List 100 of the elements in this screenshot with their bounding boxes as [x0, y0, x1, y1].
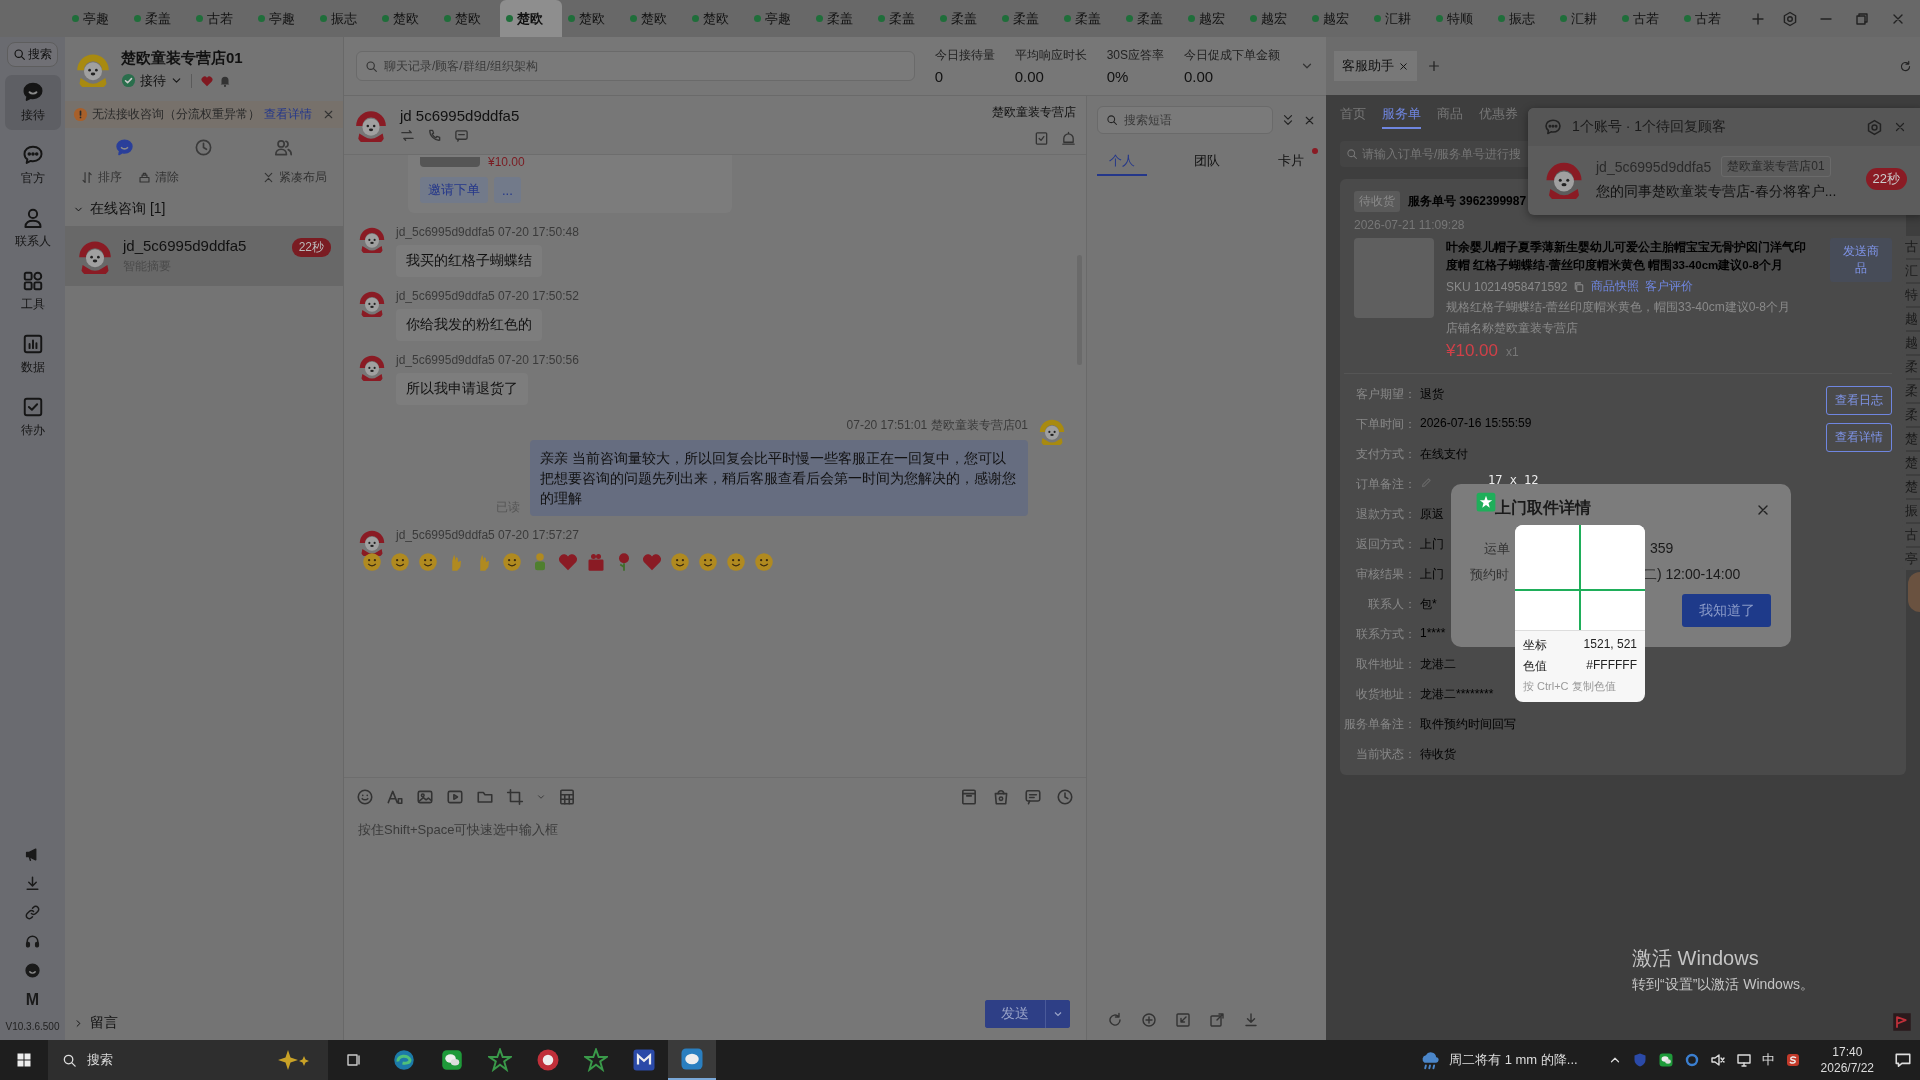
archive-icon[interactable] — [960, 787, 978, 806]
muted-speaker-icon[interactable] — [1709, 1052, 1726, 1068]
windows-logo-icon[interactable] — [16, 1052, 32, 1068]
shop-tab[interactable]: 振志 — [314, 0, 376, 37]
m-logo[interactable]: M — [25, 991, 40, 1009]
shop-tab[interactable]: 柔盖 — [1058, 0, 1120, 37]
transfer-icon[interactable] — [400, 128, 415, 143]
nav-item[interactable]: 联系人 — [4, 201, 61, 256]
shop-tab[interactable]: 汇耕 — [1554, 0, 1616, 37]
send-product-button[interactable]: 发送商品 — [1829, 238, 1892, 282]
shop-tab[interactable]: 楚欧 — [438, 0, 500, 37]
clock-icon[interactable] — [1056, 787, 1074, 806]
search-button[interactable]: 搜索 — [7, 42, 58, 67]
ring-icon[interactable] — [1683, 1052, 1700, 1068]
shop-tab[interactable]: 柔盖 — [934, 0, 996, 37]
shop-tab[interactable]: 楚欧 — [562, 0, 624, 37]
shop-tab[interactable]: 亭趣 — [748, 0, 810, 37]
notifications-icon[interactable] — [1894, 1051, 1912, 1069]
close-icon[interactable] — [1398, 60, 1409, 72]
assistant-nav-tab[interactable]: 服务单 — [1382, 101, 1421, 129]
shrink-icon[interactable] — [1175, 1012, 1191, 1028]
shop-tab[interactable]: 振志 — [1492, 0, 1554, 37]
product-link[interactable]: 客户评价 — [1645, 278, 1694, 295]
new-tab-icon[interactable] — [1427, 59, 1441, 73]
restore-icon[interactable] — [1854, 10, 1870, 27]
task-view-icon[interactable] — [346, 1052, 362, 1068]
phrase-tab[interactable]: 团队 — [1181, 148, 1232, 176]
shop-tab[interactable]: 楚欧 — [624, 0, 686, 37]
shop-tab[interactable]: 汇耕 — [1368, 0, 1430, 37]
copy-icon[interactable] — [1573, 280, 1586, 293]
share-icon[interactable] — [1209, 1012, 1225, 1028]
input-method-icon[interactable] — [1784, 1052, 1801, 1068]
nav-item[interactable]: 官方 — [4, 138, 61, 193]
assistant-tab[interactable]: 客服助手 — [1334, 51, 1417, 81]
shop-tab[interactable]: 柔盖 — [872, 0, 934, 37]
table-icon[interactable] — [558, 787, 576, 806]
shop-tab[interactable]: 楚欧 — [500, 0, 562, 37]
settings-icon[interactable] — [1782, 10, 1798, 27]
send-options-button[interactable] — [1045, 1000, 1070, 1028]
list-action-button[interactable]: 排序 — [81, 169, 122, 186]
link-icon[interactable] — [24, 904, 41, 921]
shop-tab[interactable]: 柔盖 — [996, 0, 1058, 37]
status-dropdown[interactable]: 接待 — [140, 71, 166, 90]
order-action-button[interactable]: 查看日志 — [1826, 386, 1892, 415]
shop-tab[interactable]: 古若 — [1616, 0, 1678, 37]
card-action-button[interactable]: 邀请下单 — [420, 177, 488, 203]
comment-icon[interactable] — [1024, 787, 1042, 806]
emoji-icon[interactable] — [356, 787, 374, 806]
collapse-icon[interactable] — [1281, 113, 1295, 127]
settings-icon[interactable] — [1866, 118, 1883, 136]
checklist-icon[interactable] — [1034, 131, 1049, 146]
shop-tab[interactable]: 特顺 — [1430, 0, 1492, 37]
product-link[interactable]: 商品快照 — [1591, 278, 1640, 295]
nav-item[interactable]: 数据 — [4, 327, 61, 382]
add-icon[interactable] — [1141, 1012, 1157, 1028]
acknowledge-button[interactable]: 我知道了 — [1682, 594, 1771, 627]
refresh-icon[interactable] — [1899, 59, 1912, 73]
input-method-indicator[interactable]: 中 — [1761, 1051, 1775, 1069]
shop-tab[interactable]: 楚欧 — [686, 0, 748, 37]
smiley-icon[interactable] — [24, 962, 41, 979]
taskbar-app[interactable] — [668, 1040, 716, 1080]
card-action-button[interactable]: ... — [494, 177, 521, 203]
bell-icon[interactable] — [1061, 131, 1076, 146]
phrase-tab[interactable]: 个人 — [1097, 148, 1147, 176]
taskbar-search-field[interactable]: 搜索 — [48, 1040, 328, 1080]
bag-icon[interactable] — [992, 787, 1010, 806]
close-icon[interactable] — [1893, 120, 1907, 134]
nav-item[interactable]: 工具 — [4, 264, 61, 319]
shop-tab[interactable]: 柔盖 — [1120, 0, 1182, 37]
download-icon[interactable] — [1243, 1012, 1259, 1028]
chat-app-icon[interactable] — [1657, 1052, 1674, 1068]
crop-icon[interactable] — [506, 787, 524, 806]
nav-item[interactable]: 接待 — [4, 75, 61, 130]
headset-icon[interactable] — [24, 933, 41, 950]
group-header[interactable]: 留言 — [65, 1006, 343, 1040]
phrase-search-field[interactable]: 搜索短语 — [1097, 106, 1273, 134]
shop-tab[interactable]: 柔盖 — [810, 0, 872, 37]
group-header[interactable]: 在线咨询 [1] — [65, 192, 343, 226]
flag-icon[interactable] — [1892, 1012, 1912, 1032]
order-action-button[interactable]: 查看详情 — [1826, 423, 1892, 452]
shop-tab[interactable]: 越宏 — [1244, 0, 1306, 37]
weather-text[interactable]: 周二将有 1 mm 的降... — [1449, 1051, 1578, 1069]
shop-tab[interactable]: 越宏 — [1306, 0, 1368, 37]
phrase-tab[interactable]: 卡片 — [1266, 148, 1316, 176]
people-icon[interactable] — [273, 138, 293, 157]
close-icon[interactable] — [322, 108, 335, 121]
nav-item[interactable]: 待办 — [4, 390, 61, 445]
shop-tab[interactable]: 古若 — [190, 0, 252, 37]
shop-tab[interactable]: 柔盖 — [128, 0, 190, 37]
shop-tab[interactable]: 亭趣 — [66, 0, 128, 37]
clock-icon[interactable] — [194, 138, 214, 157]
shop-tab[interactable]: 古若 — [1678, 0, 1740, 37]
monitor-icon[interactable] — [1735, 1052, 1752, 1068]
refresh-icon[interactable] — [1107, 1012, 1123, 1028]
message-icon[interactable] — [454, 128, 469, 143]
shop-tab[interactable]: 亭趣 — [252, 0, 314, 37]
new-tab-icon[interactable] — [1750, 10, 1766, 27]
chat-bubble-icon[interactable] — [115, 138, 135, 157]
list-action-button[interactable]: 清除 — [138, 169, 179, 186]
shop-tab[interactable]: 楚欧 — [376, 0, 438, 37]
